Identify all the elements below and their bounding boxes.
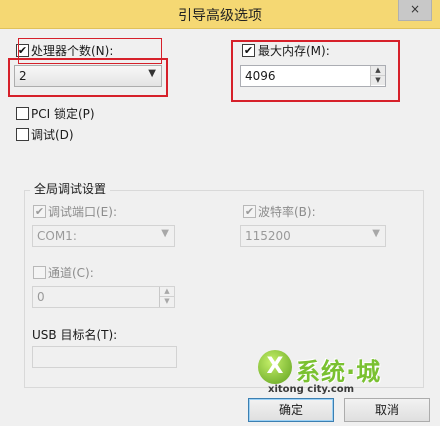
title-bar: 引导高级选项 × [0,0,440,29]
watermark: X 系统·城 xitong city.com [250,340,390,400]
channel-checkbox[interactable] [33,266,46,279]
channel-stepper[interactable]: ▲ ▼ [159,287,174,307]
window-title: 引导高级选项 [178,8,262,24]
channel-value: 0 [37,290,45,304]
channel-input[interactable]: 0 ▲ ▼ [32,286,175,308]
baud-rate-value: 115200 [245,229,291,243]
usb-target-input[interactable] [32,346,177,368]
chevron-down-icon: ▼ [161,228,169,239]
baud-rate-checkbox[interactable]: ✔ [243,205,256,218]
watermark-sub: xitong city.com [268,384,355,395]
debug-port-value: COM1: [37,229,77,243]
baud-rate-label: 波特率(B): [258,205,316,219]
global-debug-title: 全局调试设置 [30,180,111,197]
highlight-max-memory [231,40,400,102]
debug-label: 调试(D) [31,128,74,142]
debug-checkbox[interactable] [16,128,29,141]
debug-port-checkbox[interactable]: ✔ [33,205,46,218]
watermark-text: 系统·城 [296,358,382,386]
close-icon[interactable]: × [398,0,432,21]
stepper-down-icon[interactable]: ▼ [160,297,174,306]
ok-button[interactable]: 确定 [248,398,334,422]
baud-rate-select[interactable]: 115200 ▼ [240,225,386,247]
stepper-up-icon[interactable]: ▲ [160,287,174,297]
cancel-button[interactable]: 取消 [344,398,430,422]
usb-target-label: USB 目标名(T): [32,328,118,342]
chevron-down-icon: ▼ [372,228,380,239]
xitong-logo-icon: X [258,350,292,384]
debug-port-select[interactable]: COM1: ▼ [32,225,175,247]
debug-port-label: 调试端口(E): [48,205,117,219]
highlight-processors-label [18,38,162,64]
channel-label: 通道(C): [48,266,94,280]
pci-lock-label: PCI 锁定(P) [31,107,95,121]
pci-lock-checkbox[interactable] [16,107,29,120]
